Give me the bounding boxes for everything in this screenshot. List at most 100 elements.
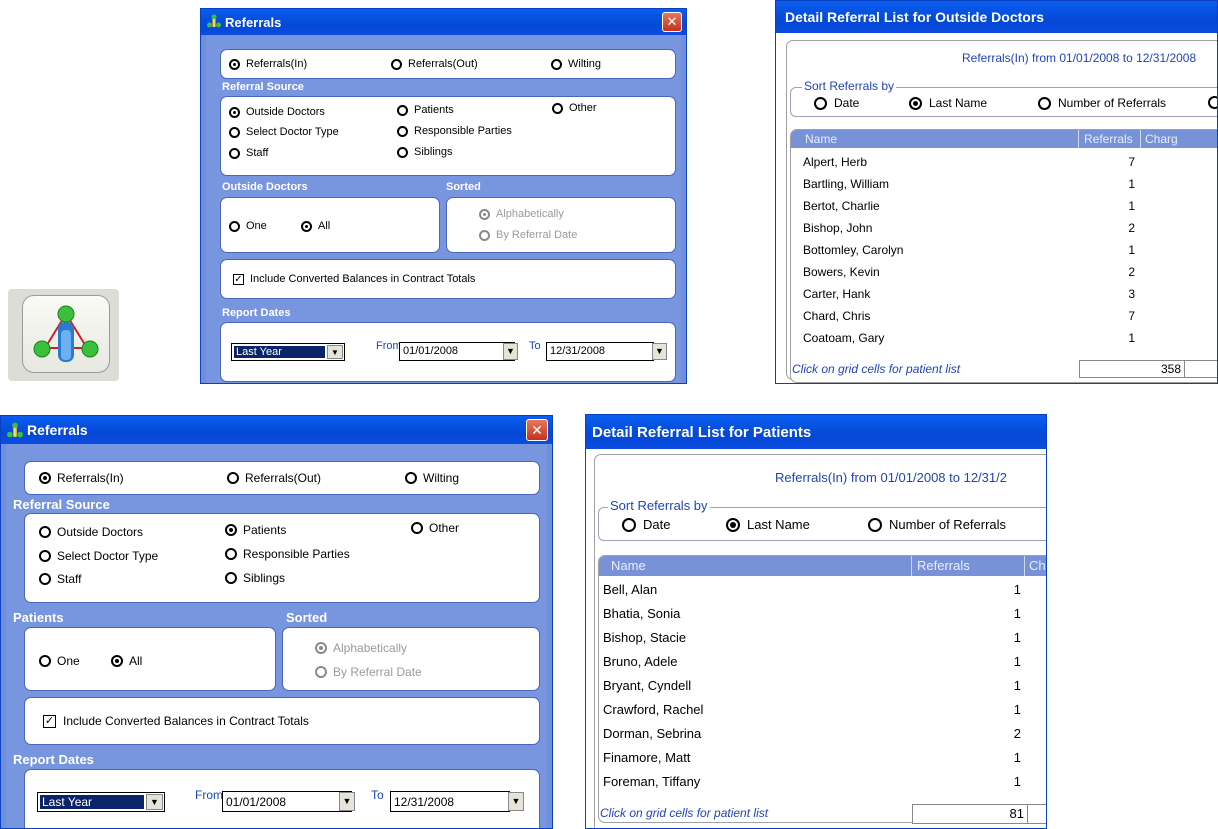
to-date-field[interactable]: 12/31/2008 xyxy=(390,791,510,812)
table-row[interactable]: Bryant, Cyndell 1 xyxy=(599,676,1046,700)
row-name[interactable]: Bhatia, Sonia xyxy=(603,606,680,621)
table-row[interactable]: Bartling, William 1 xyxy=(791,175,1217,197)
table-row[interactable]: Dorman, Sebrina 2 xyxy=(599,724,1046,748)
table-row[interactable]: Finamore, Matt 1 xyxy=(599,748,1046,772)
table-row[interactable]: Alpert, Herb 7 xyxy=(791,153,1217,175)
sort-radio-extra[interactable] xyxy=(1208,96,1217,109)
sort-radio-number[interactable]: Number of Referrals xyxy=(868,517,1006,532)
row-referral-count[interactable]: 1 xyxy=(929,702,1021,717)
radio-staff[interactable]: Staff xyxy=(229,147,268,159)
sort-radio-date[interactable]: Date xyxy=(814,96,859,110)
row-name[interactable]: Bishop, Stacie xyxy=(603,630,686,645)
radio-outside-doctors[interactable]: Outside Doctors xyxy=(229,106,325,118)
close-button[interactable]: ✕ xyxy=(526,419,548,441)
radio-patients[interactable]: Patients xyxy=(397,104,454,116)
table-row[interactable]: Carter, Hank 3 xyxy=(791,285,1217,307)
column-name[interactable]: Name xyxy=(611,558,646,573)
radio-select-doctor-type[interactable]: Select Doctor Type xyxy=(229,126,339,138)
row-referral-count[interactable]: 1 xyxy=(1071,177,1135,191)
to-date-field[interactable]: 12/31/2008 xyxy=(546,342,654,361)
row-name[interactable]: Bertot, Charlie xyxy=(803,199,880,213)
radio-wilting[interactable]: Wilting xyxy=(405,471,459,485)
radio-siblings[interactable]: Siblings xyxy=(225,571,285,585)
row-name[interactable]: Coatoam, Gary xyxy=(803,331,884,345)
row-referral-count[interactable]: 1 xyxy=(929,606,1021,621)
radio-staff[interactable]: Staff xyxy=(39,572,81,586)
row-referral-count[interactable]: 2 xyxy=(929,726,1021,741)
sort-radio-date[interactable]: Date xyxy=(622,517,670,532)
radio-referrals-out[interactable]: Referrals(Out) xyxy=(227,471,321,485)
row-name[interactable]: Crawford, Rachel xyxy=(603,702,703,717)
table-row[interactable]: Bertot, Charlie 1 xyxy=(791,197,1217,219)
table-row[interactable]: Bruno, Adele 1 xyxy=(599,652,1046,676)
chevron-down-icon[interactable]: ▼ xyxy=(146,794,163,810)
radio-one[interactable]: One xyxy=(229,220,267,232)
table-row[interactable]: Bowers, Kevin 2 xyxy=(791,263,1217,285)
to-date-dropdown-icon[interactable]: ▼ xyxy=(508,792,524,811)
row-name[interactable]: Alpert, Herb xyxy=(803,155,867,169)
radio-referrals-in[interactable]: Referrals(In) xyxy=(39,471,124,485)
include-converted-checkbox[interactable]: ✓ Include Converted Balances in Contract … xyxy=(43,714,309,728)
close-button[interactable]: ✕ xyxy=(662,12,682,32)
referrals-app-icon[interactable] xyxy=(8,289,119,381)
row-referral-count[interactable]: 1 xyxy=(929,654,1021,669)
row-referral-count[interactable]: 1 xyxy=(929,678,1021,693)
row-name[interactable]: Bell, Alan xyxy=(603,582,657,597)
row-name[interactable]: Bryant, Cyndell xyxy=(603,678,691,693)
from-date-dropdown-icon[interactable]: ▼ xyxy=(503,343,518,360)
radio-by-referral-date[interactable]: By Referral Date xyxy=(315,665,422,679)
row-name[interactable]: Dorman, Sebrina xyxy=(603,726,701,741)
radio-responsible-parties[interactable]: Responsible Parties xyxy=(225,547,350,561)
table-row[interactable]: Chard, Chris 7 xyxy=(791,307,1217,329)
radio-other[interactable]: Other xyxy=(552,102,597,114)
row-referral-count[interactable]: 1 xyxy=(1071,199,1135,213)
column-referrals[interactable]: Referrals xyxy=(1084,132,1133,146)
radio-referrals-in[interactable]: Referrals(In) xyxy=(229,58,307,70)
table-row[interactable]: Bhatia, Sonia 1 xyxy=(599,604,1046,628)
row-name[interactable]: Foreman, Tiffany xyxy=(603,774,700,789)
row-referral-count[interactable]: 1 xyxy=(929,582,1021,597)
row-referral-count[interactable]: 7 xyxy=(1071,155,1135,169)
from-date-dropdown-icon[interactable]: ▼ xyxy=(339,792,355,811)
table-row[interactable]: Bell, Alan 1 xyxy=(599,580,1046,604)
table-row[interactable]: Bishop, John 2 xyxy=(791,219,1217,241)
row-referral-count[interactable]: 1 xyxy=(929,750,1021,765)
column-charges[interactable]: Ch xyxy=(1029,558,1046,573)
include-converted-checkbox[interactable]: ✓ Include Converted Balances in Contract … xyxy=(233,273,475,285)
sort-radio-number[interactable]: Number of Referrals xyxy=(1038,96,1166,110)
radio-by-referral-date[interactable]: By Referral Date xyxy=(479,229,577,241)
row-name[interactable]: Bowers, Kevin xyxy=(803,265,880,279)
table-row[interactable]: Bishop, Stacie 1 xyxy=(599,628,1046,652)
sort-radio-last-name[interactable]: Last Name xyxy=(909,96,987,110)
table-row[interactable]: Crawford, Rachel 1 xyxy=(599,700,1046,724)
chevron-down-icon[interactable]: ▼ xyxy=(327,345,343,359)
row-referral-count[interactable]: 1 xyxy=(929,774,1021,789)
row-referral-count[interactable]: 3 xyxy=(1071,287,1135,301)
column-name[interactable]: Name xyxy=(805,132,837,146)
row-referral-count[interactable]: 2 xyxy=(1071,221,1135,235)
row-name[interactable]: Bruno, Adele xyxy=(603,654,677,669)
radio-other[interactable]: Other xyxy=(411,521,459,535)
row-referral-count[interactable]: 2 xyxy=(1071,265,1135,279)
row-referral-count[interactable]: 1 xyxy=(1071,331,1135,345)
radio-all[interactable]: All xyxy=(301,220,330,232)
date-range-select[interactable]: Last Year ▼ xyxy=(37,792,165,812)
radio-alphabetically[interactable]: Alphabetically xyxy=(315,641,407,655)
from-date-field[interactable]: 01/01/2008 xyxy=(399,342,515,361)
row-name[interactable]: Chard, Chris xyxy=(803,309,870,323)
table-row[interactable]: Foreman, Tiffany 1 xyxy=(599,772,1046,796)
radio-wilting[interactable]: Wilting xyxy=(551,58,601,70)
column-referrals[interactable]: Referrals xyxy=(917,558,970,573)
sort-radio-last-name[interactable]: Last Name xyxy=(726,517,810,532)
radio-responsible-parties[interactable]: Responsible Parties xyxy=(397,125,512,137)
radio-siblings[interactable]: Siblings xyxy=(397,146,453,158)
radio-referrals-out[interactable]: Referrals(Out) xyxy=(391,58,478,70)
radio-select-doctor-type[interactable]: Select Doctor Type xyxy=(39,549,158,563)
table-row[interactable]: Coatoam, Gary 1 xyxy=(791,329,1217,351)
radio-patients[interactable]: Patients xyxy=(225,523,286,537)
row-referral-count[interactable]: 1 xyxy=(929,630,1021,645)
date-range-select[interactable]: Last Year ▼ xyxy=(231,343,345,361)
to-date-dropdown-icon[interactable]: ▼ xyxy=(652,343,667,360)
row-name[interactable]: Carter, Hank xyxy=(803,287,870,301)
row-referral-count[interactable]: 1 xyxy=(1071,243,1135,257)
